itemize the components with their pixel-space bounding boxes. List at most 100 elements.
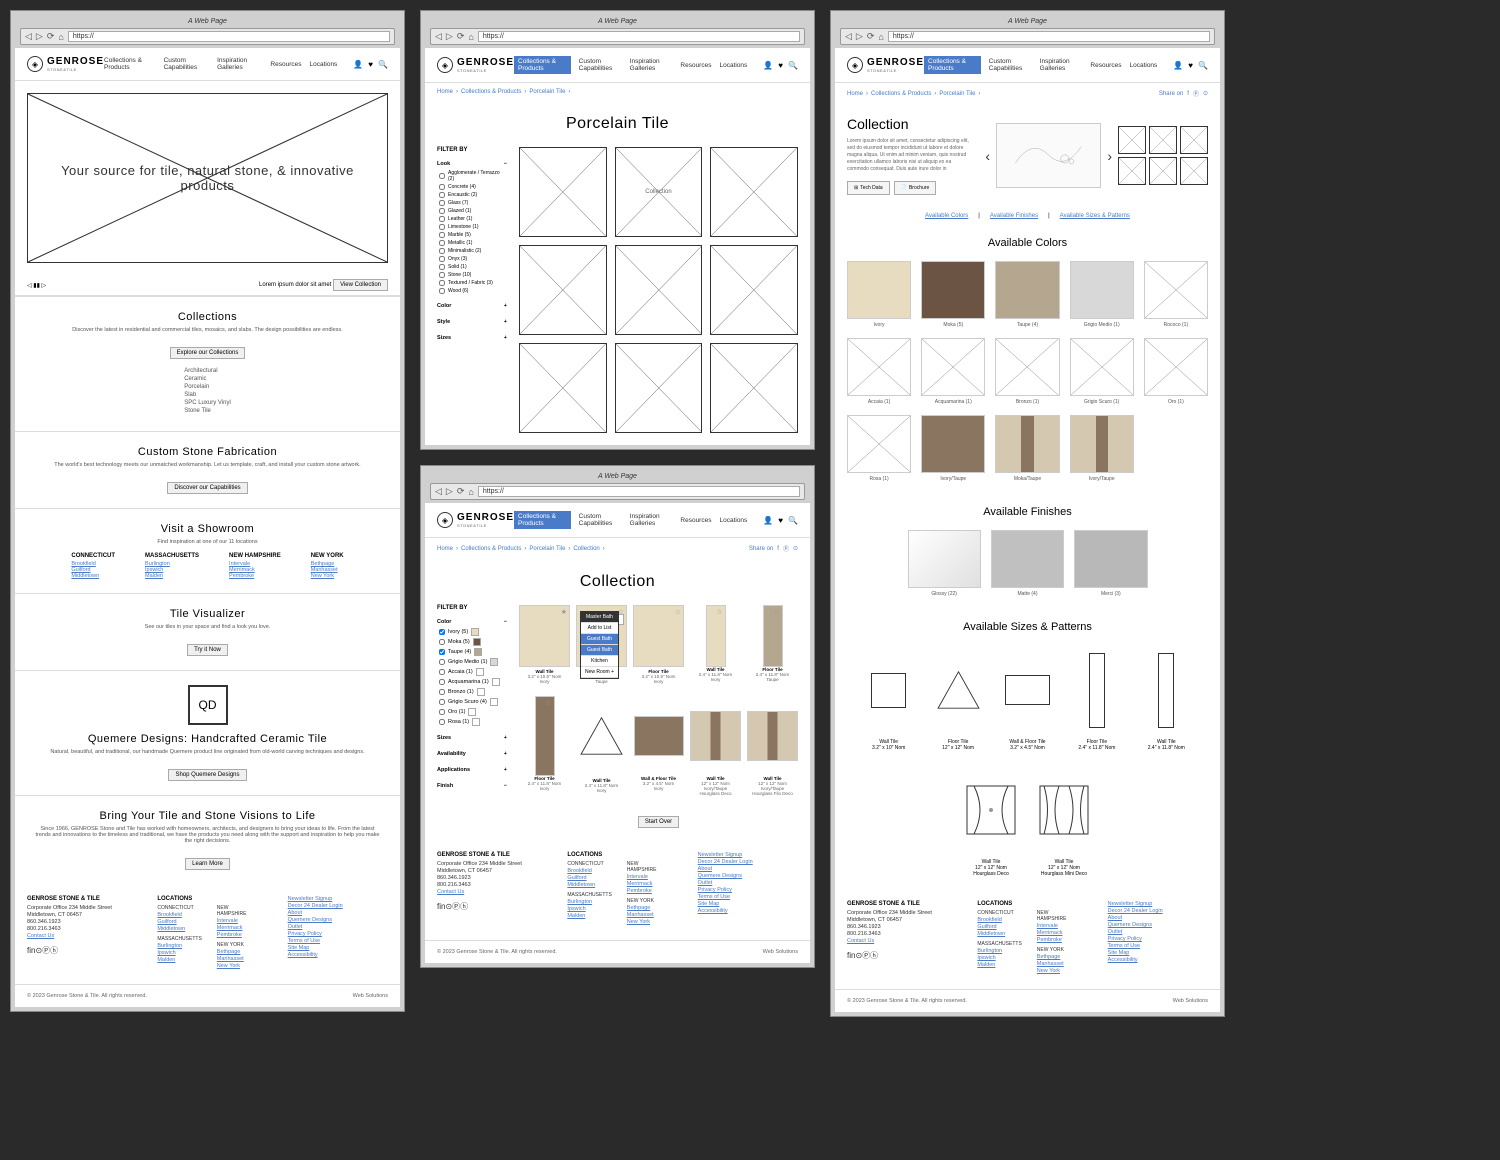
tab-sizes[interactable]: Available Sizes & Patterns (1060, 213, 1130, 219)
filter-option[interactable]: Glazed (1) (439, 207, 507, 215)
color-filter-option[interactable]: Oro (1) (439, 707, 507, 717)
filter-apps[interactable]: Applications+ (437, 765, 507, 775)
search-icon[interactable]: 🔍 (378, 60, 388, 69)
try-now-btn[interactable]: Try it Now (187, 644, 228, 656)
filter-color[interactable]: Color+ (437, 301, 507, 311)
pin-icon[interactable]: Ⓟ (783, 544, 789, 553)
web-solutions[interactable]: Web Solutions (353, 993, 388, 999)
fb-icon[interactable]: f (1187, 91, 1189, 97)
start-over-btn[interactable]: Start Over (638, 816, 679, 828)
collection-tile[interactable]: Collection (615, 147, 703, 237)
reload-icon[interactable]: ⟳ (47, 31, 55, 42)
filter-avail[interactable]: Availability+ (437, 749, 507, 759)
reload-icon[interactable]: ⟳ (867, 31, 875, 42)
product-tile[interactable]: ☆Floor Tile2.4" x 11.8" NomTaupe (747, 605, 798, 684)
size-item[interactable]: Wall Tile2.4" x 11.8" Nom (1137, 645, 1196, 751)
product-tile[interactable]: ★ Master BathAdd to ListGuest BathGuest … (519, 605, 570, 684)
filter-option[interactable]: Agglomerate / Terrazzo (2) (439, 169, 507, 183)
star-icon[interactable]: ★ (561, 608, 567, 616)
favorite-icon[interactable]: ♥ (778, 516, 783, 525)
loc-link[interactable]: Malden (145, 573, 199, 579)
collection-tile[interactable] (710, 343, 798, 433)
favorite-icon[interactable]: ♥ (1188, 61, 1193, 70)
filter-option[interactable]: Metallic (1) (439, 239, 507, 247)
product-tile[interactable]: ☆Wall Tile2.4" x 11.8" NomIvory (690, 605, 741, 684)
filter-option[interactable]: Marble (5) (439, 231, 507, 239)
logo[interactable]: ◈GENROSESTONE&TILE (847, 57, 924, 73)
thumb[interactable] (1118, 157, 1146, 185)
home-icon[interactable]: ⌂ (878, 32, 883, 42)
filter-option[interactable]: Concrete (4) (439, 183, 507, 191)
color-filter-option[interactable]: Bronzo (1) (439, 687, 507, 697)
collection-tile[interactable] (615, 343, 703, 433)
product-tile[interactable]: Wall Tile12" x 12" NomIvory/TaupeHourgla… (690, 696, 741, 796)
nav-inspiration[interactable]: Inspiration Galleries (630, 58, 673, 72)
search-icon[interactable]: 🔍 (788, 61, 798, 70)
color-swatch[interactable]: Moka/Taupe (995, 415, 1059, 482)
filter-sizes[interactable]: Sizes+ (437, 333, 507, 343)
nav-custom[interactable]: Custom Capabilities (164, 57, 210, 71)
color-filter-option[interactable]: Acquamarina (1) (439, 677, 507, 687)
color-filter-option[interactable]: Taupe (4) (439, 647, 507, 657)
color-swatch[interactable]: Acquamarina (1) (921, 338, 985, 405)
capabilities-btn[interactable]: Discover our Capabilities (167, 482, 247, 494)
color-filter-option[interactable]: Grigio Medio (1) (439, 657, 507, 667)
product-tile[interactable]: Wall & Floor Tile3.2" x 4.5" NomIvory (633, 696, 684, 796)
color-swatch[interactable]: Oro (1) (1144, 338, 1208, 405)
next-arrow-icon[interactable]: › (1107, 148, 1112, 164)
home-icon[interactable]: ⌂ (468, 487, 473, 497)
filter-sizes[interactable]: Sizes+ (437, 733, 507, 743)
thumb[interactable] (1180, 157, 1208, 185)
carousel-ctrl[interactable]: ◁ ▮▮ ▷ (27, 282, 46, 289)
color-swatch[interactable]: Rosa (1) (847, 415, 911, 482)
search-icon[interactable]: 🔍 (1198, 61, 1208, 70)
color-filter-option[interactable]: Ivory (5) (439, 627, 507, 637)
logo[interactable]: ◈GENROSESTONE&TILE (437, 512, 514, 528)
color-swatch[interactable]: Bronzo (1) (995, 338, 1059, 405)
hz-icon[interactable]: ⓗ (460, 902, 468, 911)
url-input[interactable]: https:// (68, 31, 390, 42)
color-filter-option[interactable]: Moka (5) (439, 637, 507, 647)
home-icon[interactable]: ⌂ (58, 32, 63, 42)
collection-tile[interactable] (519, 147, 607, 237)
ig-icon[interactable]: ⊙ (1203, 90, 1208, 97)
nav-collections[interactable]: Collections & Products (514, 56, 571, 74)
filter-option[interactable]: Leather (1) (439, 215, 507, 223)
viz-main[interactable] (996, 123, 1101, 188)
deco-item[interactable]: Wall Tile12" x 12" NomHourglass Deco (960, 765, 1023, 877)
thumb[interactable] (1118, 126, 1146, 154)
fwd-icon[interactable]: ▷ (446, 486, 453, 497)
url-input[interactable]: https:// (478, 486, 800, 497)
collection-tile[interactable] (615, 245, 703, 335)
prev-arrow-icon[interactable]: ‹ (985, 148, 990, 164)
pin-icon[interactable]: Ⓟ (42, 946, 50, 955)
color-swatch[interactable]: Accaia (1) (847, 338, 911, 405)
hz-icon[interactable]: ⓗ (870, 951, 878, 960)
view-collection-btn[interactable]: View Collection (333, 279, 388, 291)
fb-icon[interactable]: f (777, 546, 779, 552)
filter-option[interactable]: Limestone (1) (439, 223, 507, 231)
color-swatch[interactable]: Ivory/Taupe (1070, 415, 1134, 482)
collection-tile[interactable] (710, 147, 798, 237)
color-filter-option[interactable]: Accaia (1) (439, 667, 507, 677)
color-swatch[interactable]: Ivory/Taupe (921, 415, 985, 482)
pin-icon[interactable]: Ⓟ (862, 951, 870, 960)
product-tile[interactable]: ☆Floor Tile3.2" x 10.5" NomIvory (633, 605, 684, 684)
finish-swatch[interactable]: Glossy (22) (908, 530, 981, 597)
color-swatch[interactable]: Ivory (847, 261, 911, 328)
logo[interactable]: ◈GENROSESTONE&TILE (437, 57, 514, 73)
home-icon[interactable]: ⌂ (468, 32, 473, 42)
nav-resources[interactable]: Resources (270, 61, 301, 68)
tech-data-btn[interactable]: ⊞Tech Data (847, 181, 890, 195)
filter-option[interactable]: Wood (6) (439, 287, 507, 295)
nav-locations[interactable]: Locations (719, 62, 747, 69)
loc-link[interactable]: New York (311, 573, 344, 579)
star-icon[interactable]: ☆ (773, 608, 779, 616)
tab-colors[interactable]: Available Colors (925, 213, 968, 219)
back-icon[interactable]: ◁ (435, 31, 442, 42)
filter-look[interactable]: Look− (437, 159, 507, 169)
color-filter-option[interactable]: Rosa (1) (439, 717, 507, 727)
pin-icon[interactable]: Ⓟ (452, 902, 460, 911)
thumb[interactable] (1180, 126, 1208, 154)
size-item[interactable]: Floor Tile2.4" x 11.8" Nom (1067, 645, 1126, 751)
